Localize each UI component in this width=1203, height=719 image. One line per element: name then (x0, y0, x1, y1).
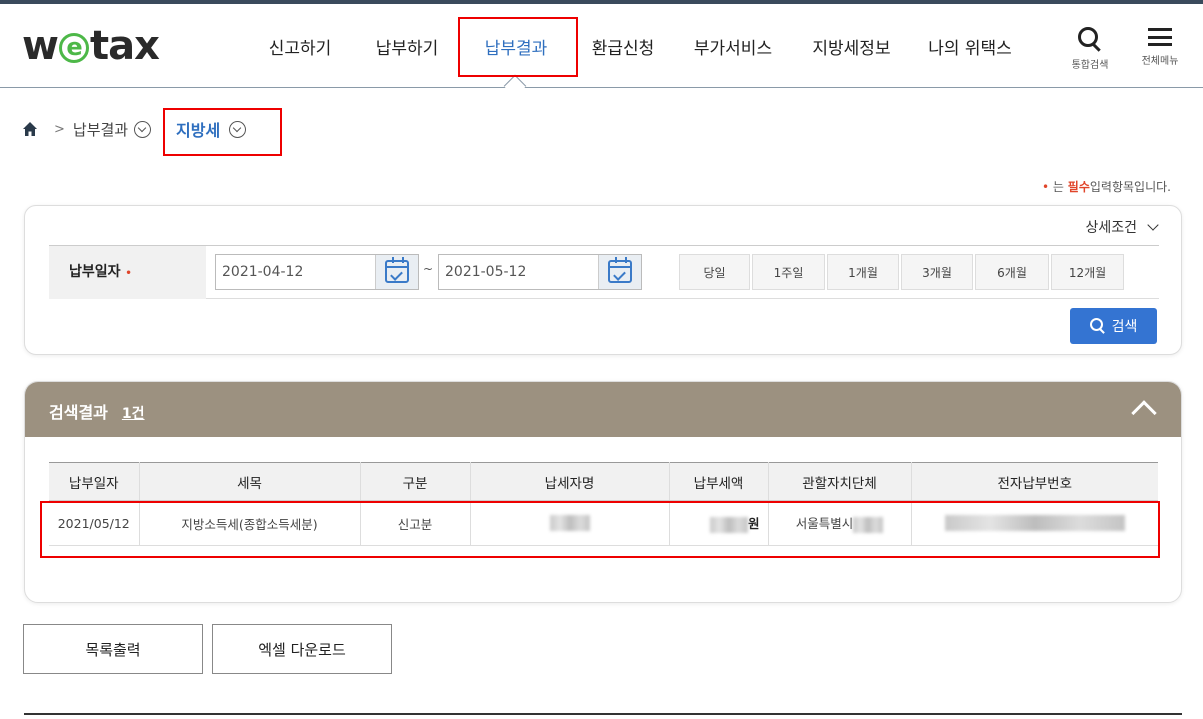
period-3month-button[interactable]: 3개월 (901, 254, 973, 290)
payment-date-label: 납부일자 • (49, 246, 206, 299)
results-count: 1건 (121, 406, 145, 422)
period-1month-button[interactable]: 1개월 (827, 254, 899, 290)
column-header: 전자납부번호 (911, 462, 1158, 501)
date-range-separator: ~ (423, 262, 434, 276)
calendar-icon (385, 257, 409, 283)
calendar-icon (608, 257, 632, 283)
results-title: 검색결과 (49, 403, 108, 422)
end-date-value[interactable]: 2021-05-12 (445, 255, 526, 289)
period-buttons: 당일 1주일 1개월 3개월 6개월 12개월 (679, 254, 1124, 290)
wetax-logo[interactable]: w e tax (22, 23, 160, 69)
print-list-button[interactable]: 목록출력 (23, 624, 203, 674)
chevron-right-icon: > (54, 121, 65, 137)
nav-item-my-wetax[interactable]: 나의 위택스 (910, 4, 1030, 88)
start-date-value[interactable]: 2021-04-12 (222, 255, 303, 289)
column-header: 납세자명 (470, 462, 670, 501)
end-date-field[interactable]: 2021-05-12 (438, 254, 642, 290)
nav-item-refund[interactable]: 환급신청 (573, 4, 673, 88)
nav-item-report[interactable]: 신고하기 (245, 4, 355, 88)
period-1week-button[interactable]: 1주일 (752, 254, 825, 290)
home-icon[interactable] (22, 121, 38, 137)
column-header: 납부세액 (669, 462, 769, 501)
excel-download-button[interactable]: 엑셀 다운로드 (212, 624, 392, 674)
logo-letter-w: w (22, 23, 59, 69)
chevron-down-circle-icon[interactable] (134, 120, 152, 138)
search-icon (1077, 26, 1103, 52)
column-header: 납부일자 (49, 462, 140, 501)
detail-conditions-toggle[interactable]: 상세조건 (1085, 217, 1159, 237)
table-header-row: 납부일자 세목 구분 납세자명 납부세액 관할자치단체 전자납부번호 (49, 462, 1158, 501)
main-nav: 신고하기 납부하기 납부결과 환급신청 부가서비스 지방세정보 나의 위택스 (245, 4, 1030, 88)
all-menu-label: 전체메뉴 (1141, 56, 1179, 67)
search-icon (1089, 318, 1106, 334)
start-date-field[interactable]: 2021-04-12 (215, 254, 419, 290)
logo-letter-e: e (58, 33, 89, 63)
required-mark: • (125, 268, 132, 279)
results-header[interactable]: 검색결과 1건 (25, 382, 1181, 437)
hamburger-icon (1148, 26, 1172, 48)
breadcrumb-parent[interactable]: 납부결과 (73, 119, 128, 140)
period-12month-button[interactable]: 12개월 (1051, 254, 1124, 290)
highlight-box-row (40, 501, 1160, 558)
site-header: w e tax 신고하기 납부하기 납부결과 환급신청 부가서비스 지방세정보 나의… (0, 4, 1203, 88)
period-today-button[interactable]: 당일 (679, 254, 750, 290)
end-date-calendar-button[interactable] (598, 255, 641, 289)
start-date-calendar-button[interactable] (375, 255, 418, 289)
nav-item-local-tax-info[interactable]: 지방세정보 (793, 4, 910, 88)
required-field-note: • 는 필수입력항목입니다. (1042, 180, 1171, 194)
search-button[interactable]: 검색 (1070, 308, 1157, 344)
footer-divider (24, 713, 1182, 715)
integrated-search-label: 통합검색 (1071, 60, 1109, 71)
chevron-down-icon (1147, 219, 1159, 231)
breadcrumb: > 납부결과 (22, 118, 152, 140)
logo-letters-tax: tax (89, 23, 160, 69)
all-menu-button[interactable]: 전체메뉴 (1130, 26, 1190, 67)
column-header: 관할자치단체 (768, 462, 912, 501)
integrated-search-button[interactable]: 통합검색 (1060, 26, 1120, 71)
highlight-box-breadcrumb (163, 108, 282, 156)
chevron-up-icon[interactable] (1131, 400, 1157, 426)
highlight-box-nav (458, 17, 578, 77)
column-header: 세목 (139, 462, 361, 501)
search-panel: 상세조건 납부일자 • 2021-04-12 ~ 2021-05-12 당일 1… (24, 205, 1182, 355)
period-6month-button[interactable]: 6개월 (975, 254, 1049, 290)
column-header: 구분 (360, 462, 471, 501)
nav-item-pay[interactable]: 납부하기 (355, 4, 459, 88)
search-results-panel: 검색결과 1건 납부일자 세목 구분 납세자명 납부세액 관할자치단체 전자납부… (24, 381, 1182, 603)
payment-date-filter: 납부일자 • 2021-04-12 ~ 2021-05-12 당일 1주일 1개… (49, 245, 1159, 299)
nav-item-extra-service[interactable]: 부가서비스 (673, 4, 793, 88)
